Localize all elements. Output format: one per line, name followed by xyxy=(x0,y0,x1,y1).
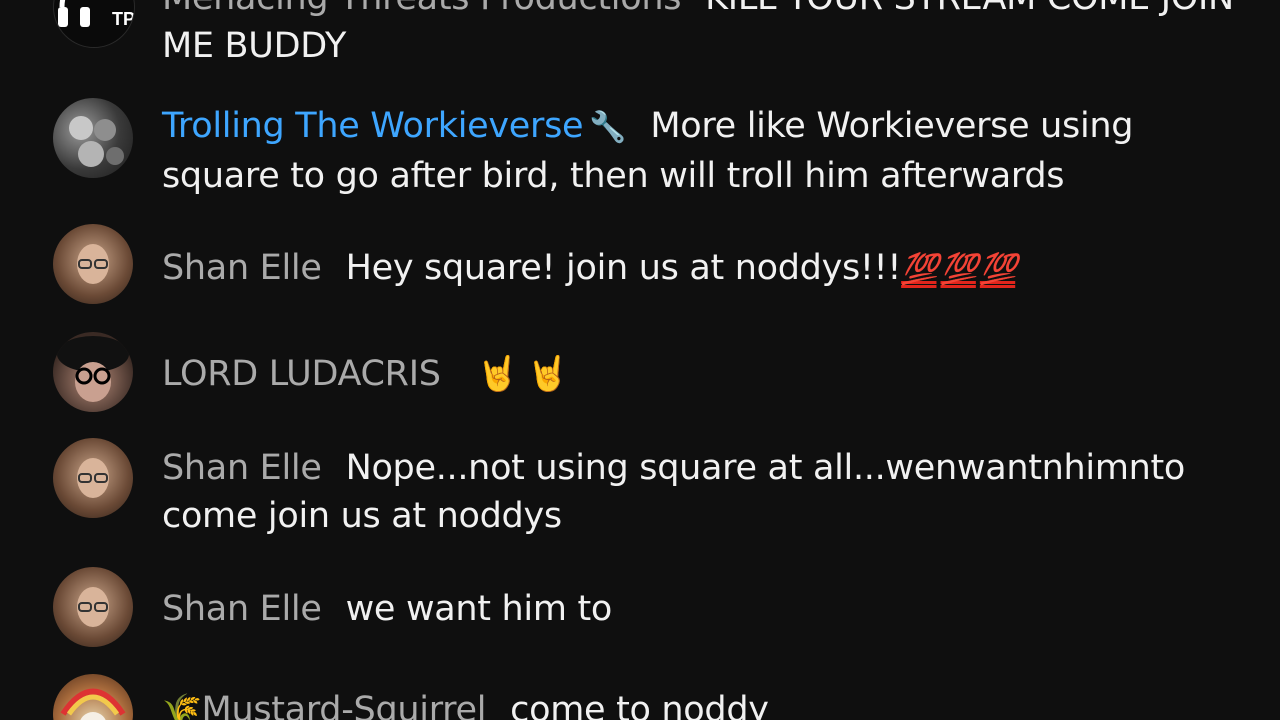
message-body: 🌾Mustard-Squirrel come to noddy xyxy=(162,686,1242,720)
woman-glasses-avatar[interactable] xyxy=(53,224,133,304)
chat-message: 🌾Mustard-Squirrel come to noddy xyxy=(0,672,1280,720)
message-body: Menacing Threats ProductionsKILL YOUR ST… xyxy=(162,0,1242,70)
author-name[interactable]: Menacing Threats Productions xyxy=(162,0,681,18)
message-body: Shan Elle Nope...not using square at all.… xyxy=(162,444,1242,540)
headdress-skull-avatar[interactable] xyxy=(53,674,133,720)
hundred-points-icon: 💯 xyxy=(979,252,1017,287)
mtp-logo-avatar[interactable]: TP xyxy=(53,0,135,48)
chat-message: Shan Elle Hey square! join us at noddys!!… xyxy=(0,222,1280,312)
woman-glasses-avatar[interactable] xyxy=(53,567,133,647)
chat-message: Trolling The Workieverse 🔧 More like Worki… xyxy=(0,96,1280,196)
sign-of-horns-icon: 🤘 xyxy=(526,354,569,394)
hundred-points-icon: 💯 xyxy=(901,252,938,287)
message-text: we want him to xyxy=(345,589,613,629)
message-body: Shan Elle Hey square! join us at noddys!!… xyxy=(162,244,1242,294)
chat-message: TP Menacing Threats ProductionsKILL YOUR… xyxy=(0,0,1280,80)
chat-message: Shan Elle Nope...not using square at all.… xyxy=(0,436,1280,546)
author-name[interactable]: Trolling The Workieverse xyxy=(162,106,584,146)
author-name[interactable]: Shan Elle xyxy=(162,248,322,288)
message-text: come to noddy xyxy=(510,690,769,720)
message-text: Hey square! join us at noddys!!! xyxy=(345,248,902,288)
woman-glasses-avatar[interactable] xyxy=(53,438,133,518)
man-hat-glasses-avatar[interactable] xyxy=(53,332,133,412)
author-name[interactable]: Mustard-Squirrel xyxy=(202,690,487,720)
corn-icon: 🌾 xyxy=(162,691,202,720)
author-name[interactable]: Shan Elle xyxy=(162,589,322,629)
chat-message: Shan Elle we want him to xyxy=(0,565,1280,655)
message-body: LORD LUDACRIS 🤘 🤘 xyxy=(162,350,1242,398)
hundred-points-icon: 💯 xyxy=(940,252,977,287)
svg-text:TP: TP xyxy=(112,9,134,29)
author-name[interactable]: Shan Elle xyxy=(162,448,322,488)
sign-of-horns-icon: 🤘 xyxy=(476,354,519,394)
wrench-icon: 🔧 xyxy=(589,110,627,145)
message-body: Trolling The Workieverse 🔧 More like Worki… xyxy=(162,102,1242,200)
author-name[interactable]: LORD LUDACRIS xyxy=(162,354,441,394)
face-collage-avatar[interactable] xyxy=(53,98,133,178)
message-body: Shan Elle we want him to xyxy=(162,585,1242,633)
chat-message: LORD LUDACRIS 🤘 🤘 xyxy=(0,330,1280,420)
